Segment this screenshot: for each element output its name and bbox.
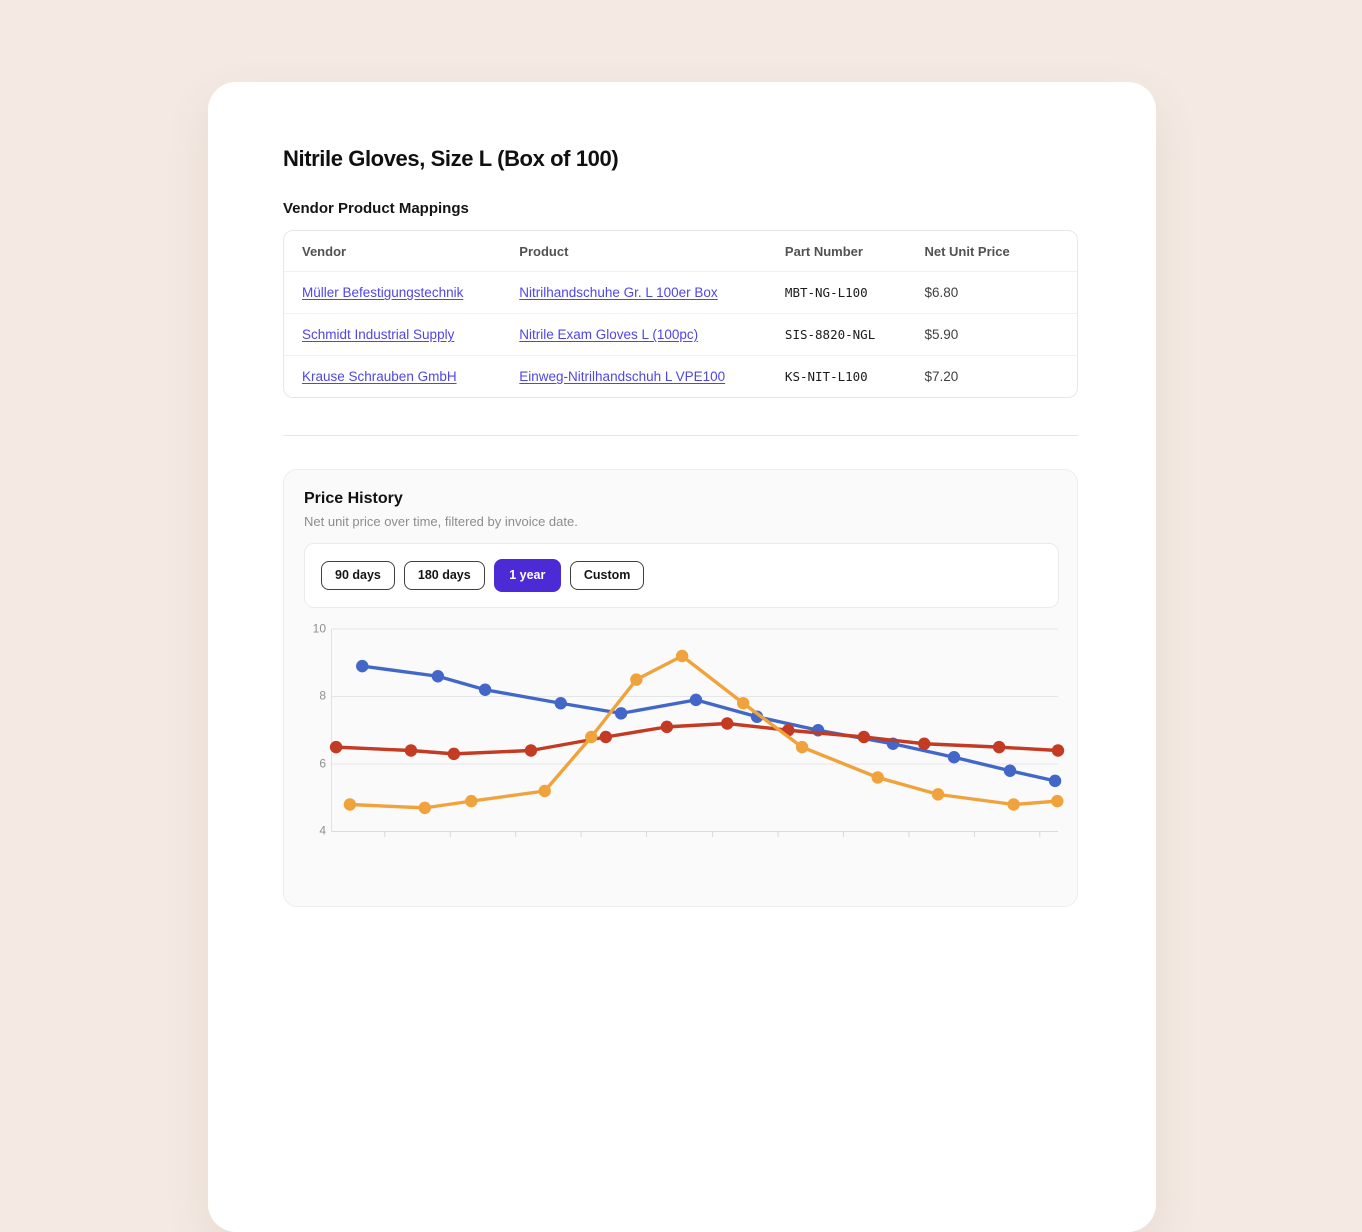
series-amber-point [419,801,431,813]
divider [283,435,1078,436]
series-amber-point [737,697,749,709]
series-blue-point [1004,764,1016,776]
net-unit-price: $7.20 [924,369,958,384]
y-axis-label: 4 [319,824,326,838]
range-filter-bar: 90 days 180 days 1 year Custom [304,543,1059,608]
series-red-point [448,747,460,759]
series-blue-point [356,660,368,672]
series-red-point [525,744,537,756]
price-history-subtitle: Net unit price over time, filtered by in… [304,514,1059,529]
chart-plot [331,629,1058,846]
range-button-1-year[interactable]: 1 year [494,559,561,592]
series-amber-point [676,649,688,661]
y-axis-labels: 46810 [304,629,326,841]
vendor-link[interactable]: Schmidt Industrial Supply [302,327,454,342]
series-red-point [993,741,1005,753]
table-row: Krause Schrauben GmbH Einweg-Nitrilhandsc… [284,356,1077,398]
series-red-point [405,744,417,756]
series-blue-point [948,751,960,763]
part-number: MBT-NG-L100 [785,285,868,300]
product-card: Nitrile Gloves, Size L (Box of 100) Vend… [208,82,1156,1232]
section-heading: Vendor Product Mappings [283,200,1078,217]
series-blue-point [479,683,491,695]
price-history-title: Price History [304,490,1059,508]
column-header-vendor: Vendor [284,231,501,272]
series-red-point [1052,744,1064,756]
series-blue-point [1049,774,1061,786]
series-blue-point [432,670,444,682]
series-amber-point [872,771,884,783]
product-link[interactable]: Nitrilhandschuhe Gr. L 100er Box [519,285,717,300]
series-amber-point [1007,798,1019,810]
vendor-mappings-table: Vendor Product Part Number Net Unit Pric… [283,230,1078,398]
column-header-part-number: Part Number [767,231,907,272]
series-amber-line [350,656,1057,808]
part-number: KS-NIT-L100 [785,369,868,384]
range-button-90-days[interactable]: 90 days [321,561,395,591]
y-axis-label: 10 [313,621,326,635]
net-unit-price: $6.80 [924,285,958,300]
page-title: Nitrile Gloves, Size L (Box of 100) [283,146,1078,172]
column-header-net-unit-price: Net Unit Price [906,231,1077,272]
series-amber-point [932,788,944,800]
series-red-point [600,730,612,742]
series-amber-point [465,795,477,807]
series-blue-point [690,693,702,705]
vendor-link[interactable]: Müller Befestigungstechnik [302,285,463,300]
y-axis-label: 8 [319,689,326,703]
series-red-point [330,741,342,753]
series-amber-point [1051,795,1063,807]
range-button-custom[interactable]: Custom [570,561,645,591]
series-amber-point [630,673,642,685]
series-red-point [721,717,733,729]
series-amber-point [344,798,356,810]
part-number: SIS-8820-NGL [785,327,875,342]
price-history-chart: 46810 [304,629,1059,846]
series-red-point [858,730,870,742]
product-link[interactable]: Einweg-Nitrilhandschuh L VPE100 [519,369,725,384]
range-button-180-days[interactable]: 180 days [404,561,485,591]
table-header-row: Vendor Product Part Number Net Unit Pric… [284,231,1077,272]
series-red-point [918,737,930,749]
column-header-product: Product [501,231,767,272]
table-row: Schmidt Industrial Supply Nitrile Exam Gl… [284,314,1077,356]
series-blue-point [555,697,567,709]
vendor-link[interactable]: Krause Schrauben GmbH [302,369,457,384]
series-blue-point [615,707,627,719]
series-amber-point [539,784,551,796]
price-history-panel: Price History Net unit price over time, … [283,469,1078,907]
series-amber-point [585,730,597,742]
chart-svg [331,629,1058,841]
y-axis-label: 6 [319,756,326,770]
net-unit-price: $5.90 [924,327,958,342]
series-red-point [661,720,673,732]
series-amber-point [796,741,808,753]
series-red-line [336,723,1058,753]
product-link[interactable]: Nitrile Exam Gloves L (100pc) [519,327,698,342]
table-row: Müller Befestigungstechnik Nitrilhandschu… [284,272,1077,314]
vendor-table-body: Müller Befestigungstechnik Nitrilhandschu… [284,272,1077,398]
